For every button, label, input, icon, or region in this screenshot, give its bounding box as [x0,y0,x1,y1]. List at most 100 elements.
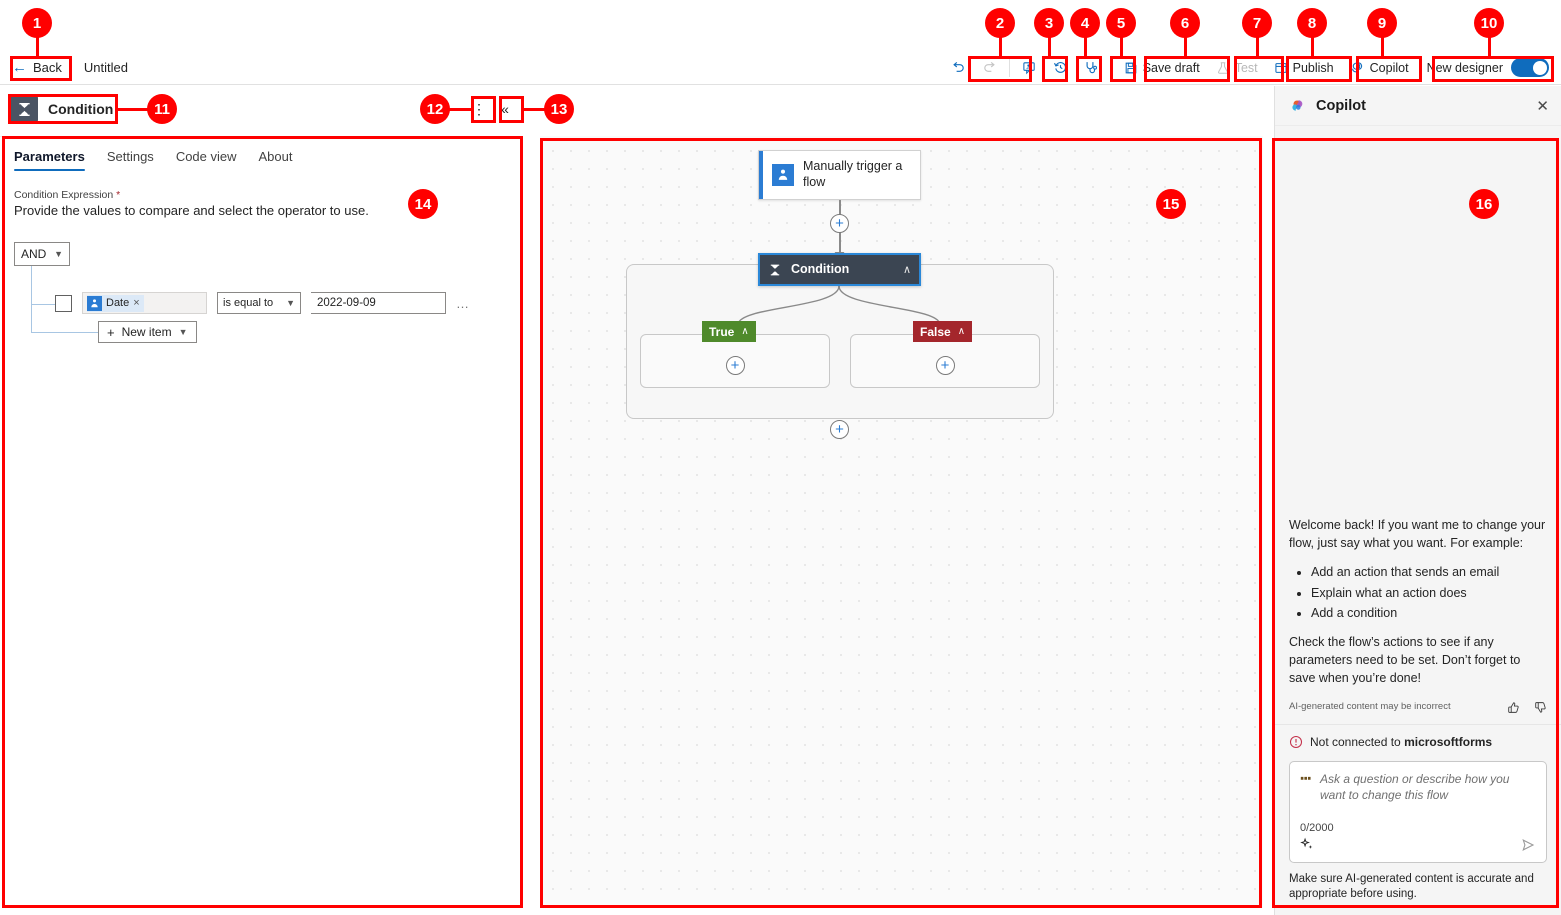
back-button-label: Back [33,60,62,75]
copilot-welcome-message: Welcome back! If you want me to change y… [1275,504,1561,724]
chevron-down-icon: ▼ [178,327,188,337]
tab-parameters[interactable]: Parameters [14,149,85,171]
chevron-down-icon: ▼ [54,249,63,259]
node-identity-chip[interactable]: Condition [10,95,113,123]
copilot-composer[interactable]: Ask a question or describe how you want … [1289,760,1547,863]
chevron-up-icon[interactable]: ∧ [903,263,911,276]
toolbar-divider-2 [1110,58,1112,77]
parameters-panel: Parameters Settings Code view About Cond… [0,136,523,908]
flow-canvas[interactable]: Manually trigger a flow + + + True ∧ Fal… [540,136,1263,908]
publish-icon [1274,61,1288,75]
save-draft-button[interactable]: Save draft [1116,55,1208,81]
tab-settings[interactable]: Settings [107,149,154,171]
feedback-button[interactable] [1014,55,1045,81]
annotation-badge: 13 [544,94,574,124]
test-button[interactable]: Test [1208,55,1266,81]
copilot-logo-icon [1289,97,1307,115]
redo-button[interactable] [974,55,1005,81]
condition-right-operand-field[interactable]: 2022-09-09 [311,292,446,314]
new-designer-toggle[interactable] [1511,58,1549,77]
trigger-node[interactable]: Manually trigger a flow [758,150,921,200]
new-designer-toggle-group[interactable]: New designer [1427,58,1549,77]
command-bar: ← Back Untitled Save draft Test Publish … [0,51,1561,85]
publish-label: Publish [1292,60,1334,75]
undo-icon [951,60,966,75]
composer-placeholder[interactable]: Ask a question or describe how you want … [1320,771,1536,803]
chevron-down-icon: ▼ [286,298,295,308]
close-icon[interactable]: ✕ [1536,97,1549,115]
collapse-panel-button[interactable]: « [493,96,517,122]
true-branch-label[interactable]: True ∧ [702,321,756,342]
copilot-message-outro: Check the flow’s actions to see if any p… [1289,634,1521,686]
publish-button[interactable]: Publish [1266,55,1342,81]
undo-button[interactable] [943,55,974,81]
annotation-leader-12 [446,108,474,111]
copilot-message-footer: AI-generated content may be incorrect [1289,698,1547,714]
toolbar-divider-1 [1008,58,1010,77]
logic-operator-value: AND [21,247,47,261]
tree-connector-newitem [31,332,98,333]
flow-checker-button[interactable] [1076,55,1107,81]
parameters-body: Condition Expression * Provide the value… [0,171,523,343]
copilot-message-intro: Welcome back! If you want me to change y… [1289,518,1546,551]
list-item: Add an action that sends an email [1311,563,1547,581]
false-branch-label[interactable]: False ∧ [913,321,973,342]
condition-left-operand-field[interactable]: Date × [82,292,207,314]
new-item-label: New item [121,325,172,339]
connection-warning-target: microsoftforms [1404,734,1493,749]
thumbs-down-icon[interactable] [1534,701,1547,714]
condition-node[interactable]: Condition ∧ [758,253,921,286]
send-icon[interactable] [1520,837,1536,856]
token-label: Date [106,297,130,309]
new-designer-label: New designer [1426,60,1503,75]
test-label: Test [1234,60,1258,75]
prompt-icon [1300,773,1313,803]
annotation-badge: 6 [1170,8,1200,38]
tab-about[interactable]: About [259,149,293,171]
copilot-label: Copilot [1369,60,1409,75]
tab-code-view[interactable]: Code view [176,149,237,171]
history-icon [1053,60,1068,75]
condition-operator-select[interactable]: is equal to ▼ [217,292,301,314]
condition-icon [10,95,38,123]
back-button[interactable]: ← Back [12,60,62,75]
annotation-badge: 4 [1070,8,1100,38]
flow-title: Untitled [83,60,128,75]
flask-icon [1216,61,1230,75]
flow-checker-icon [1084,60,1099,75]
dynamic-content-token[interactable]: Date × [87,294,144,312]
copilot-panel-title: Copilot [1316,97,1366,114]
feedback-icon [1022,60,1037,75]
copilot-button[interactable]: Copilot [1342,55,1417,81]
condition-row-checkbox[interactable] [55,294,72,312]
annotation-badge: 2 [985,8,1015,38]
token-remove-icon[interactable]: × [133,297,139,309]
plus-icon: + [107,324,115,340]
ai-disclaimer-text: AI-generated content may be incorrect [1289,701,1451,713]
condition-icon [768,263,782,277]
add-action-after-condition-button[interactable]: + [830,420,849,439]
sparkle-icon[interactable] [1300,837,1315,855]
thumbs-up-icon[interactable] [1507,701,1520,714]
list-item: Explain what an action does [1311,584,1547,602]
annotation-badge: 7 [1242,8,1272,38]
history-button[interactable] [1045,55,1076,81]
copilot-panel: Copilot ✕ Welcome back! If you want me t… [1274,86,1561,915]
add-action-false-branch-button[interactable]: + [935,355,955,375]
add-action-true-branch-button[interactable]: + [725,355,745,375]
logic-operator-select[interactable]: AND ▼ [14,242,70,266]
feedback-buttons [1507,701,1547,714]
condition-row-more-button[interactable]: … [456,296,470,311]
new-item-button[interactable]: + New item ▼ [98,321,197,343]
annotation-badge: 3 [1034,8,1064,38]
composer-character-count: 0/2000 [1300,821,1334,834]
condition-row: Date × is equal to ▼ 2022-09-09 … [55,292,470,314]
manual-trigger-icon [772,164,794,186]
annotation-badge: 14 [408,189,438,219]
alert-icon [1289,735,1303,749]
copilot-header: Copilot ✕ [1275,86,1561,126]
command-bar-actions: Save draft Test Publish Copilot New desi… [943,51,1561,84]
copilot-conversation[interactable]: Welcome back! If you want me to change y… [1275,126,1561,724]
manual-trigger-icon [87,295,102,311]
add-action-after-trigger-button[interactable]: + [830,214,849,233]
